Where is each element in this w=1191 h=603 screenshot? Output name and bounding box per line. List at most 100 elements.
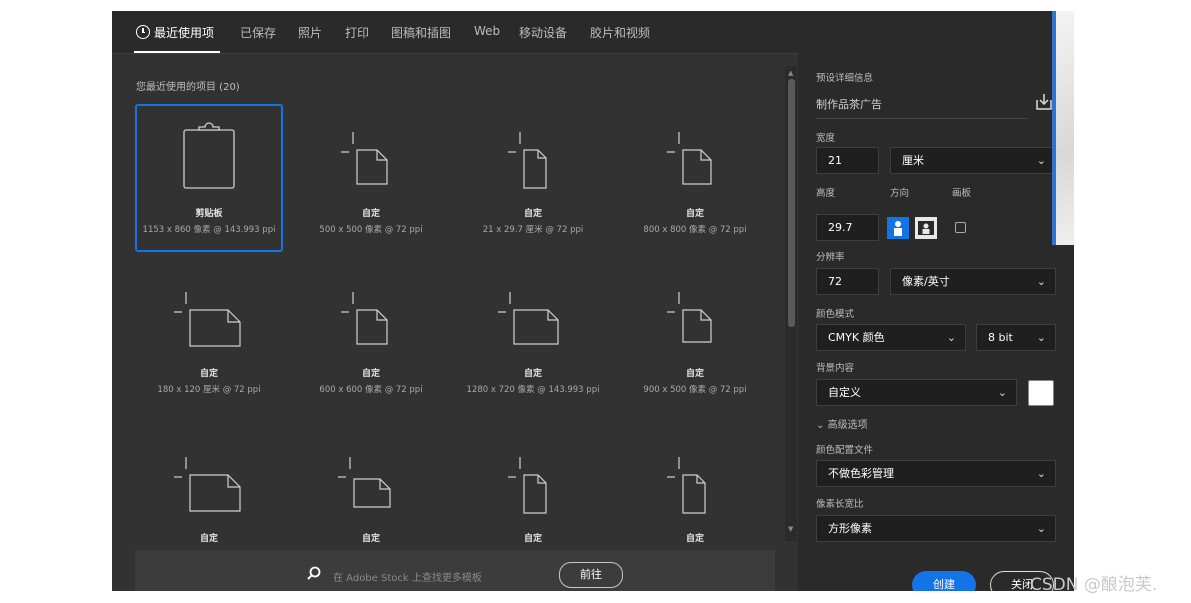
create-button[interactable]: 创建 — [912, 571, 976, 591]
background-select[interactable]: 自定义 ⌄ — [816, 379, 1017, 406]
artboard-label: 画板 — [952, 188, 972, 199]
document-icon — [508, 457, 547, 514]
card-name: 剪贴板 — [195, 209, 223, 219]
card-size: 500 x 500 像素 @ 72 ppi — [319, 225, 423, 235]
height-label: 高度 — [816, 188, 836, 199]
chevron-down-icon: ⌄ — [1036, 467, 1046, 480]
preset-details-title: 预设详细信息 — [816, 73, 874, 84]
color-mode-select[interactable]: CMYK 颜色 ⌄ — [816, 324, 966, 351]
document-icon — [667, 132, 712, 185]
document-icon — [341, 132, 388, 185]
tab-web[interactable]: Web — [474, 24, 500, 38]
document-icon — [498, 292, 559, 345]
pixel-aspect-label: 像素长宽比 — [816, 499, 864, 510]
resolution-label: 分辨率 — [816, 252, 845, 263]
recent-items-title: 您最近使用的项目 (20) — [136, 82, 240, 93]
stock-search-bar: 在 Adobe Stock 上查找更多模板 前往 — [135, 550, 775, 591]
resolution-unit-select[interactable]: 像素/英寸 ⌄ — [890, 268, 1056, 295]
card-name: 自定 — [361, 369, 380, 379]
chevron-down-icon: ⌄ — [946, 331, 956, 344]
tab-print[interactable]: 打印 — [345, 24, 369, 41]
preset-details-panel: 预设详细信息 制作品茶广告 宽度 21 厘米 ⌄ 高度 方向 画板 29.7 分… — [798, 53, 1074, 591]
portrait-icon — [894, 221, 902, 236]
card-size: 1153 x 860 像素 @ 143.993 ppi — [142, 225, 276, 235]
card-size: 600 x 600 像素 @ 72 ppi — [319, 385, 423, 395]
scrollbar-thumb[interactable] — [788, 79, 795, 327]
card-size: 800 x 800 像素 @ 72 ppi — [643, 225, 747, 235]
go-button[interactable]: 前往 — [559, 562, 623, 588]
landscape-icon — [918, 221, 934, 235]
background-color-swatch[interactable] — [1028, 380, 1054, 406]
card-size: 1280 x 720 像素 @ 143.993 ppi — [466, 385, 600, 395]
background-label: 背景内容 — [816, 363, 855, 374]
artboard-checkbox[interactable] — [955, 222, 966, 233]
color-profile-label: 颜色配置文件 — [816, 445, 874, 456]
card-name: 自定 — [199, 369, 218, 379]
watermark: CSDN @酿泡芙. — [1030, 575, 1158, 595]
preset-card-custom[interactable]: 自定 21 x 29.7 厘米 @ 72 ppi — [459, 104, 607, 252]
width-unit-select[interactable]: 厘米 ⌄ — [890, 147, 1056, 174]
card-size: 21 x 29.7 厘米 @ 72 ppi — [482, 225, 584, 235]
card-name: 自定 — [361, 209, 380, 219]
chevron-down-icon: ⌄ — [1036, 331, 1046, 344]
scroll-up-icon[interactable]: ▲ — [788, 69, 793, 77]
chevron-down-icon: ⌄ — [816, 420, 825, 431]
chevron-down-icon: ⌄ — [997, 386, 1007, 399]
tab-art-illustration[interactable]: 图稿和插图 — [391, 24, 451, 41]
height-input[interactable]: 29.7 — [816, 214, 879, 241]
document-icon — [174, 457, 241, 512]
preset-card-custom[interactable]: 自定 900 x 500 像素 @ 72 ppi — [621, 264, 769, 412]
tab-mobile[interactable]: 移动设备 — [519, 24, 567, 41]
chevron-down-icon: ⌄ — [1036, 275, 1046, 288]
card-name: 自定 — [685, 209, 704, 219]
background-photo — [1056, 11, 1074, 245]
preset-tabs: 最近使用项 已保存 照片 打印 图稿和插图 Web 移动设备 胶片和视频 — [112, 11, 1074, 54]
document-icon — [667, 292, 712, 343]
card-name: 自定 — [685, 534, 704, 544]
width-input[interactable]: 21 — [816, 147, 879, 174]
card-name: 自定 — [523, 534, 542, 544]
document-icon — [508, 132, 547, 189]
advanced-options-toggle[interactable]: ⌄ 高级选项 — [816, 416, 868, 431]
preset-card-custom[interactable]: 自定 600 x 600 像素 @ 72 ppi — [297, 264, 445, 412]
tab-recent[interactable]: 最近使用项 — [136, 24, 214, 41]
document-name-input[interactable]: 制作品茶广告 — [816, 96, 1028, 119]
preset-card-clipboard[interactable]: 剪贴板 1153 x 860 像素 @ 143.993 ppi — [135, 104, 283, 252]
tab-photo[interactable]: 照片 — [298, 24, 322, 41]
document-icon — [338, 457, 391, 508]
width-label: 宽度 — [816, 133, 836, 144]
bit-depth-select[interactable]: 8 bit ⌄ — [976, 324, 1056, 351]
clipboard-icon — [183, 122, 235, 189]
card-name: 自定 — [361, 534, 380, 544]
color-mode-label: 颜色模式 — [816, 309, 855, 320]
scroll-down-icon[interactable]: ▼ — [788, 525, 793, 533]
tab-film-video[interactable]: 胶片和视频 — [590, 24, 650, 41]
chevron-down-icon: ⌄ — [1036, 522, 1046, 535]
chevron-down-icon: ⌄ — [1036, 154, 1046, 167]
card-name: 自定 — [523, 369, 542, 379]
stock-search-input[interactable]: 在 Adobe Stock 上查找更多模板 — [333, 569, 482, 584]
clock-icon — [136, 25, 150, 39]
preset-card-custom[interactable]: 自定 800 x 800 像素 @ 72 ppi — [621, 104, 769, 252]
card-name: 自定 — [685, 369, 704, 379]
preset-card-custom[interactable]: 自定 180 x 120 厘米 @ 72 ppi — [135, 264, 283, 412]
document-icon — [174, 292, 241, 347]
landscape-orientation-button[interactable] — [915, 217, 937, 239]
active-tab-indicator — [134, 51, 220, 53]
document-icon — [667, 457, 706, 514]
card-name: 自定 — [523, 209, 542, 219]
color-profile-select[interactable]: 不做色彩管理 ⌄ — [816, 460, 1056, 487]
search-icon[interactable] — [307, 566, 321, 580]
card-name: 自定 — [199, 534, 218, 544]
resolution-input[interactable]: 72 — [816, 268, 879, 295]
portrait-orientation-button[interactable] — [887, 217, 909, 239]
preset-card-custom[interactable]: 自定 500 x 500 像素 @ 72 ppi — [297, 104, 445, 252]
orientation-label: 方向 — [890, 188, 910, 199]
card-size: 900 x 500 像素 @ 72 ppi — [643, 385, 747, 395]
new-document-dialog: 最近使用项 已保存 照片 打印 图稿和插图 Web 移动设备 胶片和视频 您最近… — [112, 11, 1074, 591]
pixel-aspect-select[interactable]: 方形像素 ⌄ — [816, 515, 1056, 542]
document-icon — [341, 292, 388, 345]
preset-card-custom[interactable]: 自定 1280 x 720 像素 @ 143.993 ppi — [459, 264, 607, 412]
tab-saved[interactable]: 已保存 — [240, 24, 276, 41]
save-preset-icon[interactable] — [1035, 93, 1053, 111]
